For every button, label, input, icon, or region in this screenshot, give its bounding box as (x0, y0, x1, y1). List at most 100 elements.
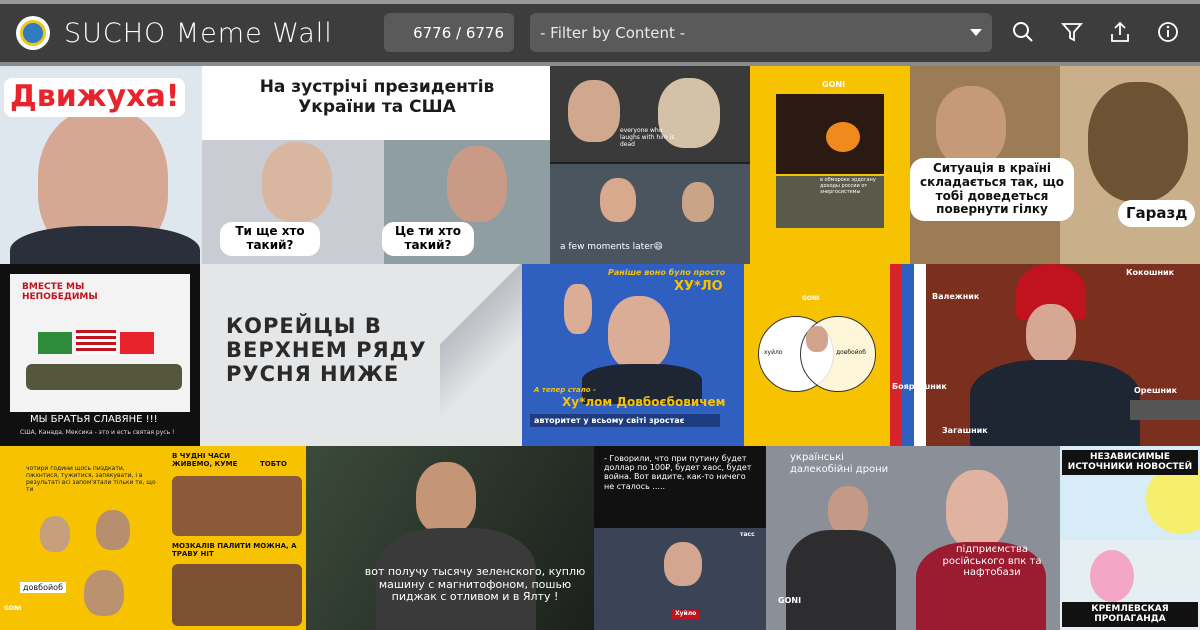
meme-tile-garazd[interactable]: Ситуація в країні складається так, що то… (910, 66, 1200, 264)
label-kokoshnik: Кокошник (1126, 268, 1175, 277)
face-image (936, 86, 1006, 166)
share-icon[interactable] (1105, 17, 1135, 47)
meme-tile-independent-sources[interactable]: НЕЗАВИСИМЫЕ ИСТОЧНИКИ НОВОСТЕЙ КРЕМЛЕВСК… (1060, 446, 1200, 630)
chevron-down-icon (970, 29, 982, 36)
meme-tile-dvizhukha[interactable]: Движуха! (0, 66, 202, 264)
meme-top-left: В ЧУДНІ ЧАСИ ЖИВЕМО, КУМЕ (172, 452, 238, 469)
orehnik-image (1130, 400, 1200, 420)
name-badge: Хуйло (672, 610, 700, 619)
meme-headline: На зустрічі президентів України та США (259, 77, 495, 117)
face-image (608, 296, 670, 370)
face-image (828, 486, 868, 534)
label-oreshnik: Орешник (1134, 386, 1178, 395)
venn-label-right: довбойоб (836, 349, 866, 356)
hand-image (564, 284, 592, 334)
meme-text: чотири години щось пиздкати, пжхнтися, т… (26, 465, 156, 493)
painting-bottom (172, 564, 302, 626)
flag-mexico (38, 332, 72, 354)
face-right (447, 146, 507, 222)
face-image (40, 516, 70, 552)
meme-tile-hu-lo[interactable]: Раніше воно було просто ХУ*ЛО А тепер ст… (522, 264, 744, 446)
face-image (806, 326, 828, 352)
pink-character (1090, 550, 1134, 602)
label-boyaryshnik: Боярышник (892, 382, 947, 391)
meme-counter: 6776 / 6776 (384, 13, 514, 52)
meme-caption: Движуха! (4, 78, 186, 117)
goni-logo: GONI (4, 605, 22, 612)
meme-tile-kume[interactable]: В ЧУДНІ ЧАСИ ЖИВЕМО, КУМЕ ТОБТО МОЗКАЛІВ… (168, 446, 306, 630)
app-title: SUCHO Meme Wall (64, 18, 333, 49)
tass-logo: тасс (740, 531, 755, 538)
venn-label-left: хуйло (764, 349, 783, 356)
meme-tile-goni-explosion[interactable]: GONI в обмороке эрдогану доходы россии о… (750, 66, 910, 264)
painting-lion (1088, 82, 1188, 202)
suit-image (786, 530, 896, 630)
meme-name: ХУ*ЛО (674, 279, 723, 294)
meme-top: Раніше воно було просто (608, 268, 726, 277)
photo-explosion (776, 94, 884, 174)
filter-icon[interactable] (1057, 17, 1087, 47)
meme-caption-bottom: підприємства російського впк та нафтобаз… (942, 544, 1042, 578)
meme-tile-kokoshnik[interactable]: Кокошник Валежник Боярышник Загашник Оре… (890, 264, 1200, 446)
logo-icon[interactable] (16, 16, 50, 50)
meme-caption: МЫ БРАТЬЯ СЛАВЯНЕ !!! (30, 414, 158, 425)
meme-caption: в обмороке эрдогану доходы россии от эне… (820, 177, 876, 195)
meme-tile-brothers-slavs[interactable]: ВМЕСТЕ МЫ НЕПОБЕДИМЫ МЫ БРАТЬЯ СЛАВЯНЕ !… (0, 264, 200, 446)
goni-logo: GONI (822, 80, 846, 89)
face-image (416, 462, 476, 534)
meme-wall: Движуха! На зустрічі президентів України… (0, 66, 1200, 630)
meme-bottom: МОЗКАЛІВ ПАЛИТИ МОЖНА, А ТРАВУ НІТ (172, 542, 297, 559)
app-header: SUCHO Meme Wall 6776 / 6776 - Filter by … (0, 4, 1200, 62)
label-valezhnik: Валежник (932, 292, 980, 301)
speech-bubble-left: Ти ще хто такий? (220, 222, 320, 256)
suit-image (970, 360, 1140, 446)
meme-tile-yalta[interactable]: вот получу тысячу зеленского, куплю маши… (306, 446, 594, 630)
meme-tile-few-moments-later[interactable]: everyone who laughs with him is dead a f… (550, 66, 750, 264)
meme-text: - Говорили, что при путину будет доллар … (604, 454, 752, 491)
tanks-image (26, 364, 182, 390)
poster-title: ВМЕСТЕ МЫ НЕПОБЕДИМЫ (22, 282, 98, 303)
label-zagashnik: Загашник (942, 426, 988, 435)
meme-bottom: авторитет у всьому світі зростає (530, 414, 720, 428)
meme-fullname: Ху*лом Довбоєбовичем (562, 395, 726, 409)
meme-caption-top: НЕЗАВИСИМЫЕ ИСТОЧНИКИ НОВОСТЕЙ (1062, 450, 1198, 475)
powerline-image (440, 264, 522, 446)
info-icon[interactable] (1153, 17, 1183, 47)
speech-bubble-right: Гаразд (1118, 200, 1196, 228)
meme-subtitle: вот получу тысячу зеленского, куплю маши… (364, 565, 586, 604)
meme-caption: a few moments later😄 (560, 242, 663, 252)
meme-tile-venn[interactable]: GONI хуйло довбойоб (744, 264, 890, 446)
meme-caption: everyone who laughs with him is dead (620, 127, 675, 148)
meme-tile-snow-text[interactable]: КОРЕЙЦЫ В ВЕРХНЕМ РЯДУ РУСНЯ НИЖЕ (200, 264, 522, 446)
speech-bubble-right: Це ти хто такий? (382, 222, 474, 256)
meme-top-right: ТОБТО (260, 460, 287, 468)
meme-subcaption: США, Канада, Мексика - это и есть святая… (20, 429, 175, 436)
speech-bubble-left: Ситуація в країні складається так, що то… (910, 158, 1074, 222)
suit-image (10, 226, 200, 264)
meme-caption-bottom: КРЕМЛЕВСКАЯ ПРОПАГАНДА (1062, 602, 1198, 627)
meme-tile-drones[interactable]: українські далекобійні дрони підприємств… (766, 446, 1060, 630)
face-image (682, 182, 714, 222)
face-image (1026, 304, 1076, 364)
face-image (600, 178, 636, 222)
flag-image (890, 264, 926, 446)
snow-text: КОРЕЙЦЫ В ВЕРХНЕМ РЯДУ РУСНЯ НИЖЕ (226, 314, 427, 387)
painting-top (172, 476, 302, 536)
face-image (946, 470, 1008, 548)
face-image (664, 542, 702, 586)
flag-usa (76, 330, 116, 354)
meme-middle: А тепер стало - (534, 386, 596, 394)
filter-placeholder: - Filter by Content - (540, 23, 686, 42)
flag-canada (120, 332, 154, 354)
meme-label: довбойоб (20, 582, 66, 594)
face-image (568, 80, 620, 142)
meme-tile-presidents-meeting[interactable]: На зустрічі президентів України та США Т… (202, 66, 550, 264)
face-image (84, 570, 124, 616)
content-filter-select[interactable]: - Filter by Content - (530, 13, 992, 52)
search-icon[interactable] (1008, 17, 1038, 47)
meme-caption-top: українські далекобійні дрони (790, 452, 889, 475)
meme-tile-four-hours[interactable]: чотири години щось пиздкати, пжхнтися, т… (0, 446, 168, 630)
meme-tile-dollar-100[interactable]: - Говорили, что при путину будет доллар … (594, 446, 766, 630)
goni-logo: GONI (802, 295, 820, 302)
face-left (262, 142, 332, 222)
